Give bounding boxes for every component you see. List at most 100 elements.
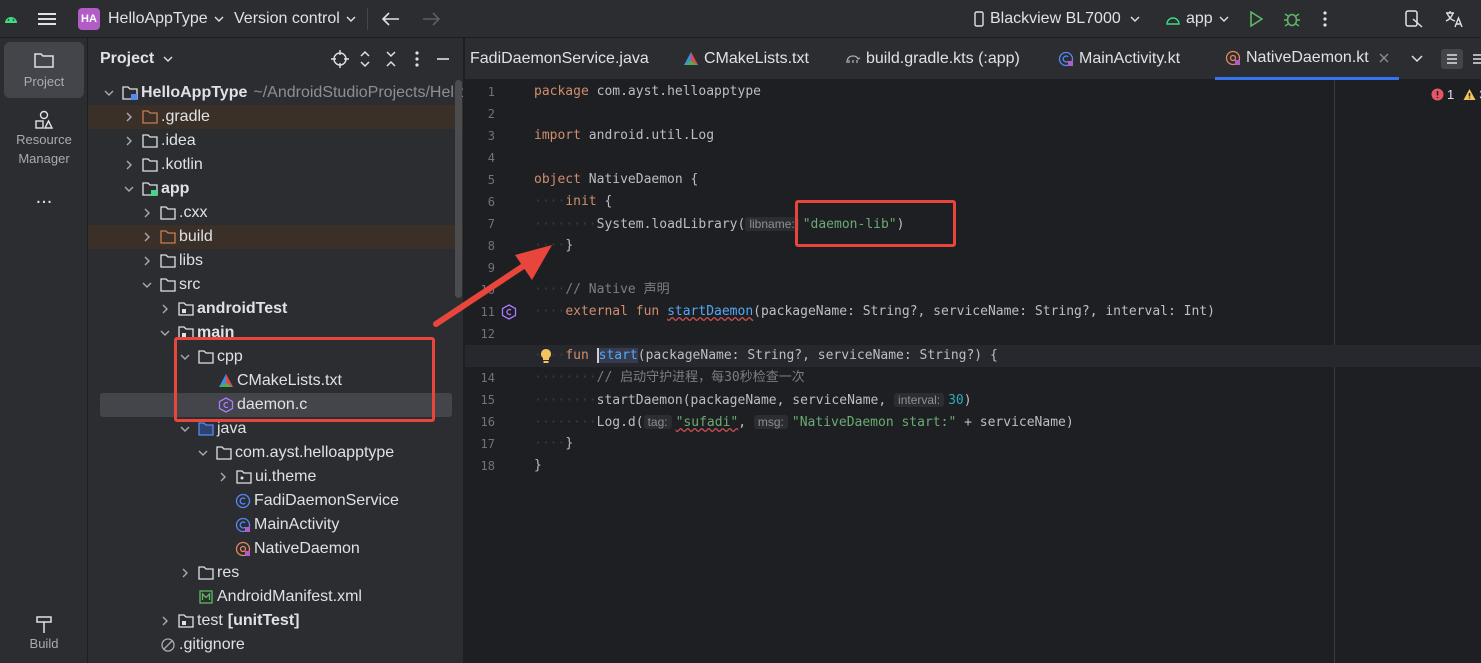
chevron-down-icon <box>160 330 170 336</box>
line-number: 6 <box>487 195 495 209</box>
tree-row-app[interactable]: app <box>88 177 463 201</box>
more-tools-button[interactable]: ... <box>4 187 84 212</box>
folder-icon <box>142 110 158 124</box>
vcs-label: Version control <box>234 10 340 27</box>
build-tool-label: Build <box>29 636 59 651</box>
line-number: 4 <box>487 151 495 165</box>
tree-row-res[interactable]: res <box>88 561 463 585</box>
chevron-down-icon <box>124 186 134 192</box>
tab-build-gradle[interactable]: build.gradle.kts (:app) <box>845 38 1020 80</box>
tab-label: NativeDaemon.kt <box>1246 48 1369 66</box>
collapse-all-icon[interactable] <box>382 50 400 68</box>
split-view-button[interactable] <box>1472 38 1481 80</box>
device-selector[interactable]: Blackview BL7000 <box>974 0 1140 38</box>
tab-cmakelists[interactable]: CMakeLists.txt <box>683 38 809 80</box>
brace: { <box>596 194 613 209</box>
indent: ········ <box>534 415 597 430</box>
run-config-label: app <box>1186 10 1213 27</box>
code-line-10: ····// Native 声明 <box>534 279 670 301</box>
call: Log.d( <box>596 415 644 430</box>
tree-row-package[interactable]: com.ayst.helloapptype <box>88 441 463 465</box>
keyword: import <box>534 128 581 143</box>
lightbulb-icon[interactable] <box>540 348 552 364</box>
tree-row-src[interactable]: src <box>88 273 463 297</box>
chevron-right-icon <box>162 304 168 314</box>
tree-row-ui-theme[interactable]: ui.theme <box>88 465 463 489</box>
chevron-right-icon <box>162 616 168 626</box>
run-button[interactable] <box>1249 0 1263 38</box>
vcs-selector[interactable]: Version control <box>234 0 356 38</box>
forward-button[interactable] <box>422 0 440 38</box>
code-area[interactable]: package com.ayst.helloapptype import and… <box>465 80 1481 663</box>
tab-list-button[interactable] <box>1411 38 1423 80</box>
folder-icon <box>160 278 176 292</box>
keyword: init <box>565 194 597 209</box>
tab-mainactivity[interactable]: MainActivity.kt <box>1058 38 1180 80</box>
project-selector[interactable]: HA HelloAppType <box>78 0 224 38</box>
tree-row-build[interactable]: build <box>88 225 463 249</box>
project-tool-button[interactable]: Project <box>4 42 84 98</box>
build-tool-button[interactable]: Build <box>4 614 84 660</box>
tree-path: ~/AndroidStudioProjects/Hello <box>253 84 464 101</box>
chevron-down-icon <box>142 282 152 288</box>
keyword: fun <box>565 348 589 363</box>
tree-row-fadidaemonservice[interactable]: FadiDaemonService <box>88 489 463 513</box>
folder-icon <box>160 254 176 268</box>
tab-fadidaemonservice[interactable]: FadiDaemonService.java <box>470 38 649 80</box>
project-panel-title[interactable]: Project <box>100 50 173 68</box>
main-menu-button[interactable] <box>38 0 56 38</box>
translate-button[interactable] <box>1444 0 1464 38</box>
tree-label: .idea <box>161 132 196 149</box>
tree-row-cxx[interactable]: .cxx <box>88 201 463 225</box>
number-literal: 30 <box>948 393 964 408</box>
line-number: 1 <box>487 85 495 99</box>
resource-manager-tool-button[interactable]: Resource Manager <box>4 110 84 174</box>
tree-row-test[interactable]: test [unitTest] <box>88 609 463 633</box>
line-number: 18 <box>480 459 495 473</box>
tree-label: res <box>217 564 240 581</box>
more-actions-button[interactable] <box>1322 0 1328 38</box>
code-view-button[interactable] <box>1441 38 1463 80</box>
tree-row-nativedaemon[interactable]: NativeDaemon <box>88 537 463 561</box>
tree-row-libs[interactable]: libs <box>88 249 463 273</box>
folder-icon <box>34 53 54 68</box>
options-icon[interactable] <box>408 50 426 68</box>
line-number: 3 <box>487 129 495 143</box>
tree-row-mainactivity[interactable]: MainActivity <box>88 513 463 537</box>
tree-row-idea[interactable]: .idea <box>88 129 463 153</box>
brace: } <box>534 458 542 473</box>
project-scrollbar[interactable] <box>455 80 462 298</box>
tree-row-gradle[interactable]: .gradle <box>88 105 463 129</box>
line-number: 5 <box>487 173 495 187</box>
back-button[interactable] <box>382 0 400 38</box>
tree-row-kotlin[interactable]: .kotlin <box>88 153 463 177</box>
line-number: 15 <box>480 393 495 407</box>
tree-row-root[interactable]: HelloAppType ~/AndroidStudioProjects/Hel… <box>88 81 464 105</box>
package-icon <box>236 470 252 484</box>
keyword: object <box>534 172 581 187</box>
line-number: 14 <box>480 371 495 385</box>
tree-label: app <box>161 180 190 197</box>
inlay-hint: tag: <box>643 415 672 429</box>
run-config-selector[interactable]: app <box>1166 0 1229 38</box>
debug-button[interactable] <box>1283 0 1301 38</box>
tree-row-gitignore[interactable]: .gitignore <box>88 633 463 657</box>
locate-icon[interactable] <box>331 50 349 68</box>
source-folder-icon <box>198 422 214 436</box>
chevron-down-icon <box>1219 16 1229 22</box>
tree-row-manifest[interactable]: AndroidManifest.xml <box>88 585 463 609</box>
chevron-right-icon <box>144 256 150 266</box>
bug-icon <box>1284 13 1300 27</box>
expand-all-icon[interactable] <box>356 50 374 68</box>
code-lines-icon <box>1441 49 1463 69</box>
tool-window-strip: Project Resource Manager ... Build <box>0 38 88 663</box>
close-icon[interactable] <box>1379 53 1389 63</box>
function-name: start <box>596 348 638 363</box>
device-manager-button[interactable] <box>1404 0 1424 38</box>
tree-row-androidtest[interactable]: androidTest <box>88 297 463 321</box>
editor-tabs: FadiDaemonService.java CMakeLists.txt bu… <box>465 38 1481 80</box>
tab-nativedaemon[interactable]: NativeDaemon.kt <box>1215 38 1399 80</box>
native-gutter-icon[interactable] <box>501 304 517 320</box>
device-label: Blackview BL7000 <box>990 10 1121 27</box>
hide-panel-icon[interactable] <box>434 50 452 68</box>
